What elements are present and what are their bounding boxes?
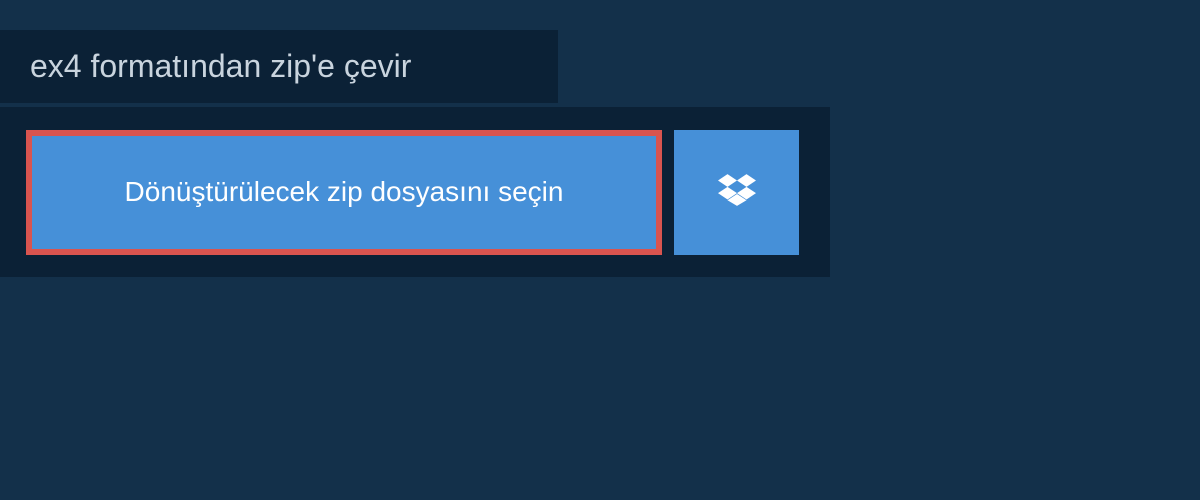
select-file-button[interactable]: Dönüştürülecek zip dosyasını seçin — [26, 130, 662, 255]
page-title: ex4 formatından zip'e çevir — [30, 48, 518, 85]
dropbox-button[interactable] — [674, 130, 799, 255]
tab-header: ex4 formatından zip'e çevir — [0, 30, 558, 103]
select-file-label: Dönüştürülecek zip dosyasını seçin — [125, 176, 564, 208]
upload-panel: Dönüştürülecek zip dosyasını seçin — [0, 107, 830, 277]
dropbox-icon — [718, 171, 756, 214]
